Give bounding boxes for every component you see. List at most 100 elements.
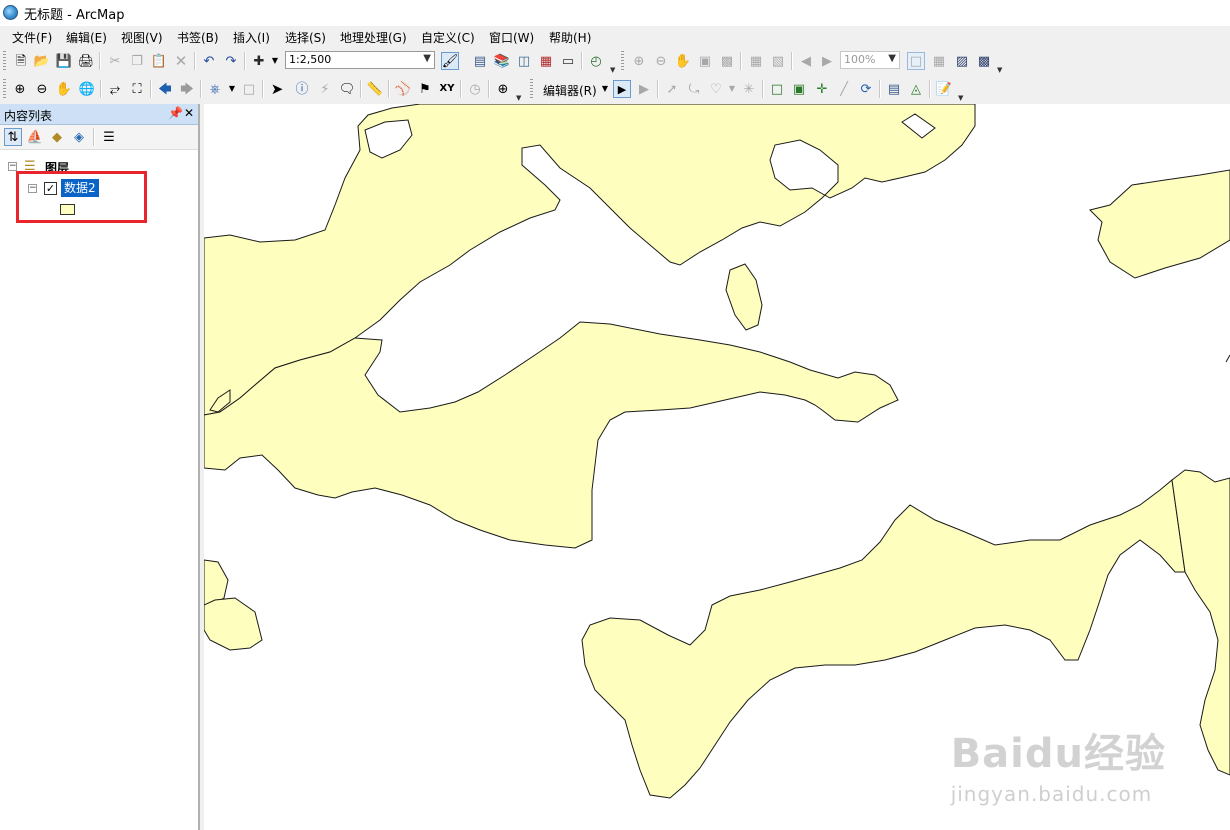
menu-geoprocessing[interactable]: 地理处理(G)	[340, 29, 407, 46]
clear-selection-icon[interactable]: □	[240, 80, 258, 98]
save-icon[interactable]: 💾	[55, 52, 73, 70]
python-window-icon[interactable]: ▭	[559, 52, 577, 70]
fixed-zoom-out-icon[interactable]: ⛶	[128, 80, 146, 98]
zoom-out-icon[interactable]: ⊖	[33, 80, 51, 98]
arctoolbox-icon[interactable]: ▦	[537, 52, 555, 70]
undo-icon[interactable]: ↶	[200, 52, 218, 70]
layout-zoom-combo[interactable]: 100% ▼	[840, 51, 900, 69]
table-of-contents-icon[interactable]: ▤	[471, 52, 489, 70]
edit-vertices-icon[interactable]: □	[768, 80, 786, 98]
zoom-100-icon[interactable]: ▩	[718, 52, 736, 70]
polygon-feature[interactable]	[204, 597, 263, 651]
new-document-icon[interactable]: 🗎	[12, 52, 30, 70]
editor-dropdown-icon[interactable]: ▼	[596, 80, 614, 98]
menu-insert[interactable]: 插入(I)	[233, 29, 270, 46]
zoom-whole-page-icon[interactable]: ▣	[696, 52, 714, 70]
construction-dropdown-icon[interactable]: ▼	[723, 80, 741, 98]
menu-edit[interactable]: 编辑(E)	[66, 29, 107, 46]
polygon-feature[interactable]	[1171, 469, 1230, 776]
find-binoculars-icon[interactable]: ⚾	[394, 80, 412, 98]
end-point-arc-icon[interactable]: ⤿	[685, 80, 703, 98]
paste-icon[interactable]: 📋	[150, 52, 168, 70]
model-builder-icon[interactable]: ◴	[587, 52, 605, 70]
toolbar-options-icon[interactable]: ▼	[997, 66, 1004, 74]
select-dropdown-icon[interactable]: ▼	[223, 80, 241, 98]
print-icon[interactable]: 🖨	[77, 52, 95, 70]
select-features-icon[interactable]: ⎈	[206, 80, 224, 98]
search-window-icon[interactable]: ◫	[515, 52, 533, 70]
create-features-icon[interactable]: 📝	[935, 80, 953, 98]
menu-customize[interactable]: 自定义(C)	[421, 29, 475, 46]
sketch-properties-icon[interactable]: ◬	[907, 80, 925, 98]
measure-icon[interactable]: 📏	[366, 80, 384, 98]
fixed-zoom-out-icon[interactable]: ▧	[769, 52, 787, 70]
point-icon[interactable]: ✳	[740, 80, 758, 98]
hyperlink-icon[interactable]: ⚡	[316, 80, 334, 98]
zoom-in-icon[interactable]: ⊕	[11, 80, 29, 98]
split-tool-icon[interactable]: ╱	[835, 80, 853, 98]
editor-menu[interactable]: 编辑器(R)	[543, 82, 597, 99]
change-layout-icon[interactable]: ▨	[953, 52, 971, 70]
toolbar-options-icon[interactable]: ▼	[610, 66, 617, 74]
toolbar-options-icon[interactable]: ▼	[958, 94, 965, 102]
toggle-draft-mode-icon[interactable]: □	[907, 52, 925, 70]
list-by-drawing-order-icon[interactable]: ⇅	[4, 128, 22, 146]
collapse-root-icon[interactable]: −	[8, 162, 17, 171]
layout-pan-icon[interactable]: ✋	[674, 52, 692, 70]
menu-file[interactable]: 文件(F)	[12, 29, 52, 46]
pan-hand-icon[interactable]: ✋	[55, 80, 73, 98]
list-by-source-icon[interactable]: ⛵	[26, 128, 44, 146]
focus-data-frame-icon[interactable]: ▦	[930, 52, 948, 70]
straight-segment-icon[interactable]: ➚	[663, 80, 681, 98]
copy-icon[interactable]: ❐	[128, 52, 146, 70]
attributes-icon[interactable]: ▤	[885, 80, 903, 98]
list-by-selection-icon[interactable]: ◈	[70, 128, 88, 146]
map-view[interactable]: Baidu经验 jingyan.baidu.com	[204, 104, 1230, 830]
viewer-window-icon[interactable]: ⊕	[494, 80, 512, 98]
layout-zoom-in-icon[interactable]: ⊕	[630, 52, 648, 70]
fixed-zoom-in-icon[interactable]: ⥂	[106, 80, 124, 98]
go-back-extent-icon[interactable]: ◀	[797, 52, 815, 70]
cut-icon[interactable]: ✂	[106, 52, 124, 70]
map-canvas[interactable]	[204, 104, 1230, 830]
html-popup-icon[interactable]: 🗨	[338, 80, 356, 98]
go-forward-extent-icon[interactable]: ▶	[818, 52, 836, 70]
pin-icon[interactable]: 📌	[168, 106, 183, 120]
rotate-tool-icon[interactable]: ⟳	[857, 80, 875, 98]
full-extent-globe-icon[interactable]: 🌐	[78, 80, 96, 98]
toolbar-grip[interactable]	[3, 51, 6, 71]
close-icon[interactable]: ✕	[184, 106, 194, 120]
back-arrow-icon[interactable]: 🡄	[156, 80, 174, 98]
toolbar-options-icon[interactable]: ▼	[516, 94, 523, 102]
toc-title: 内容列表	[4, 109, 53, 123]
menu-selection[interactable]: 选择(S)	[285, 29, 326, 46]
cut-polygons-icon[interactable]: ✛	[813, 80, 831, 98]
delete-icon[interactable]: ✕	[172, 52, 190, 70]
time-slider-icon[interactable]: ◷	[466, 80, 484, 98]
go-to-xy-icon[interactable]: XY	[438, 80, 456, 98]
menu-view[interactable]: 视图(V)	[121, 29, 163, 46]
data-driven-pages-icon[interactable]: ▩	[975, 52, 993, 70]
editor-toolbar-icon[interactable]: 🖌	[441, 52, 459, 70]
edit-tool-icon[interactable]: ▶	[613, 80, 631, 98]
add-data-dropdown-icon[interactable]: ▼	[266, 52, 284, 70]
polygon-feature[interactable]	[1089, 169, 1230, 279]
toc-options-icon[interactable]: ☰	[100, 128, 118, 146]
forward-arrow-icon[interactable]: 🡆	[178, 80, 196, 98]
menu-bookmarks[interactable]: 书签(B)	[177, 29, 219, 46]
menu-help[interactable]: 帮助(H)	[549, 29, 591, 46]
reshape-feature-icon[interactable]: ▣	[790, 80, 808, 98]
select-elements-arrow-icon[interactable]: ➤	[268, 80, 286, 98]
catalog-icon[interactable]: 📚	[493, 52, 511, 70]
identify-icon[interactable]: ⓘ	[293, 80, 311, 98]
open-folder-icon[interactable]: 📂	[33, 52, 51, 70]
fixed-zoom-in-icon[interactable]: ▦	[747, 52, 765, 70]
edit-annotation-icon[interactable]: ▶	[635, 80, 653, 98]
redo-icon[interactable]: ↷	[222, 52, 240, 70]
list-by-visibility-icon[interactable]: ◆	[48, 128, 66, 146]
find-route-icon[interactable]: ⚑	[416, 80, 434, 98]
menu-windows[interactable]: 窗口(W)	[489, 29, 534, 46]
polygon-feature[interactable]	[204, 559, 229, 606]
map-scale-combo[interactable]: 1:2,500 ▼	[285, 51, 435, 69]
layout-zoom-out-icon[interactable]: ⊖	[652, 52, 670, 70]
